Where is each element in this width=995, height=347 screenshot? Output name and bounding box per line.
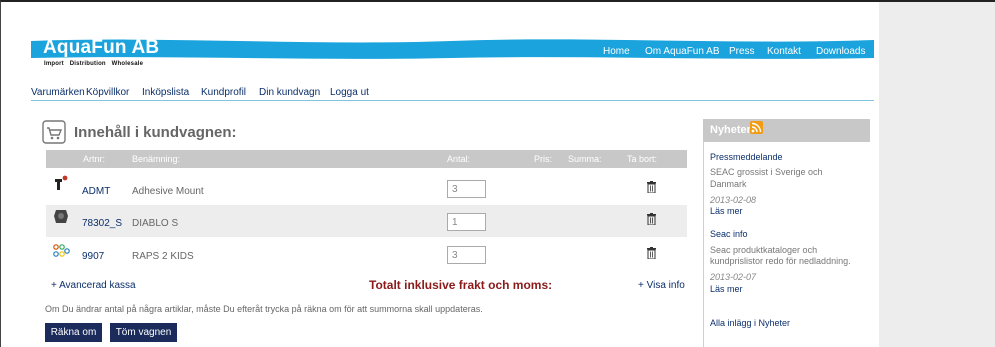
col-ta-bort: Ta bort:	[627, 154, 658, 164]
artnr-link[interactable]: 78302_S	[82, 218, 122, 229]
product-thumbnail	[55, 175, 68, 190]
subnav-kundprofil[interactable]: Kundprofil	[201, 87, 246, 98]
artnr-link[interactable]: ADMT	[82, 186, 110, 197]
subnav-kopvillkor[interactable]: Köpvillkor	[86, 87, 129, 98]
show-info-link[interactable]: + Visa info	[638, 280, 685, 291]
empty-cart-button[interactable]: Töm vagnen	[110, 323, 177, 342]
read-more-link[interactable]: Läs mer	[710, 284, 743, 294]
news-item-text: Seac produktkataloger och	[710, 245, 818, 255]
trash-icon[interactable]	[647, 247, 656, 259]
product-name: DIABLO S	[132, 218, 179, 229]
col-summa: Summa:	[568, 154, 602, 164]
product-thumbnail	[54, 210, 68, 223]
news-item-text: Danmark	[710, 179, 747, 189]
read-more-link[interactable]: Läs mer	[710, 206, 743, 216]
rss-icon[interactable]	[750, 121, 763, 134]
col-benamning: Benämning:	[132, 154, 181, 164]
subnav-inkopslista[interactable]: Inköpslista	[142, 87, 189, 98]
col-antal: Antal:	[447, 154, 471, 164]
news-item-title[interactable]: Seac info	[710, 229, 748, 239]
product-thumbnail	[53, 244, 70, 257]
artnr-link[interactable]: 9907	[82, 251, 104, 262]
cart-icon	[42, 120, 66, 144]
news-item-date: 2013-02-08	[710, 195, 757, 205]
subnav-din-kundvagn[interactable]: Din kundvagn	[259, 87, 320, 98]
all-news-link[interactable]: Alla inlägg i Nyheter	[710, 318, 790, 328]
brand-logo[interactable]: AquaFun AB	[43, 37, 159, 59]
nav-home[interactable]: Home	[603, 46, 630, 57]
recalculate-button[interactable]: Räkna om	[45, 323, 102, 342]
news-item-text: SEAC grossist i Sverige och	[710, 167, 823, 177]
nav-om-aquafun[interactable]: Om AquaFun AB	[645, 46, 720, 57]
right-gutter	[879, 2, 995, 347]
nav-kontakt[interactable]: Kontakt	[767, 46, 801, 57]
col-pris: Pris:	[534, 154, 552, 164]
news-item-text: kundprislistor redo för nedladdning.	[710, 256, 851, 266]
nav-downloads[interactable]: Downloads	[816, 46, 865, 57]
product-name: RAPS 2 KIDS	[132, 251, 194, 262]
advanced-checkout-link[interactable]: + Avancerad kassa	[51, 280, 136, 291]
subnav-varumarken[interactable]: Varumärken	[31, 87, 85, 98]
quantity-input[interactable]	[447, 246, 486, 264]
nav-press[interactable]: Press	[729, 46, 755, 57]
news-title: Nyheter	[710, 124, 751, 136]
subnav-logga-ut[interactable]: Logga ut	[330, 87, 369, 98]
quantity-input[interactable]	[447, 213, 486, 231]
total-label: Totalt inklusive frakt och moms:	[369, 278, 553, 292]
news-item-title[interactable]: Pressmeddelande	[710, 152, 783, 162]
nav-divider	[31, 100, 874, 101]
quantity-input[interactable]	[447, 180, 486, 198]
brand-tagline: Import Distribution Wholesale	[44, 61, 144, 67]
col-artnr: Artnr:	[83, 154, 106, 164]
product-name: Adhesive Mount	[132, 186, 204, 197]
cart-title: Innehåll i kundvagnen:	[74, 124, 237, 141]
news-item-date: 2013-02-07	[710, 272, 757, 282]
trash-icon[interactable]	[647, 181, 656, 193]
update-note: Om Du ändrar antal på några artiklar, må…	[45, 304, 483, 314]
trash-icon[interactable]	[647, 213, 656, 225]
